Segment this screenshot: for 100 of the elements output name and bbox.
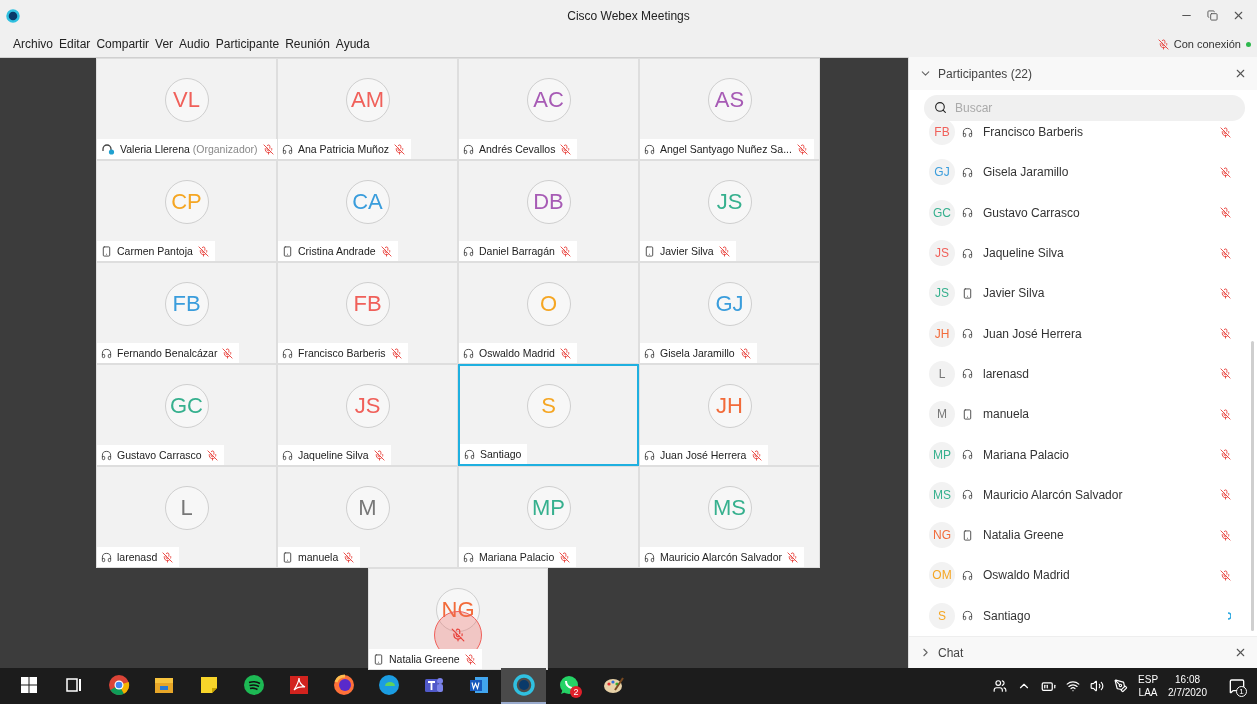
- participant-row[interactable]: NG Natalia Greene: [909, 514, 1257, 556]
- panel-title: Participantes (22): [938, 66, 1033, 81]
- participant-row[interactable]: GC Gustavo Carrasco: [909, 192, 1257, 233]
- participant-name: manuela: [298, 551, 339, 563]
- scrollbar-thumb[interactable]: [1251, 341, 1254, 631]
- phone-icon: [373, 653, 384, 665]
- participant-row[interactable]: L larenasd: [909, 353, 1257, 395]
- music-icon: [242, 674, 265, 696]
- wifi-icon[interactable]: [1066, 679, 1081, 693]
- menu-item[interactable]: Compartir: [93, 37, 153, 51]
- participant-name: Daniel Barragán: [479, 245, 555, 257]
- headset-icon: [962, 247, 973, 259]
- video-tile[interactable]: AS Angel Santyago Nuñez Sa...: [639, 58, 820, 160]
- video-tile[interactable]: FB Fernando Benalcázar: [96, 262, 277, 364]
- menu-item[interactable]: Ver: [152, 37, 177, 51]
- participant-name: Cristina Andrade: [298, 245, 376, 257]
- participant-row[interactable]: FB Francisco Barberis: [909, 121, 1257, 153]
- clock-time[interactable]: 16:08: [1175, 673, 1201, 686]
- video-tile[interactable]: MS Mauricio Alarcón Salvador: [639, 466, 820, 568]
- phone-icon: [962, 408, 973, 420]
- participant-row[interactable]: JS Jaqueline Silva: [909, 232, 1257, 274]
- video-tile[interactable]: FB Francisco Barberis: [277, 262, 458, 364]
- menu-item[interactable]: Archivo: [10, 37, 56, 51]
- avatar: GC: [929, 199, 955, 226]
- avatar: L: [164, 486, 209, 530]
- phone-icon: [282, 245, 293, 257]
- pen-icon[interactable]: [1114, 679, 1129, 693]
- video-tile[interactable]: JS Jaqueline Silva: [277, 364, 458, 466]
- phone-icon: [644, 245, 655, 257]
- menu-item[interactable]: Reunión: [282, 37, 333, 51]
- close-button[interactable]: [1234, 646, 1247, 659]
- search-field[interactable]: Buscar: [924, 95, 1245, 121]
- video-tile[interactable]: JS Javier Silva: [639, 160, 820, 262]
- word-icon: [467, 674, 490, 696]
- video-tile[interactable]: JH Juan José Herrera: [639, 364, 820, 466]
- avatar: MS: [929, 481, 955, 508]
- participant-name: Gisela Jaramillo: [983, 165, 1070, 180]
- video-tile[interactable]: DB Daniel Barragán: [458, 160, 639, 262]
- participant-name: Gisela Jaramillo: [660, 347, 735, 359]
- headset-icon: [644, 551, 655, 563]
- phone-icon: [101, 245, 112, 257]
- participant-row[interactable]: JH Juan José Herrera: [909, 313, 1257, 354]
- menu-item[interactable]: Audio: [176, 37, 213, 51]
- video-tile[interactable]: VL Valeria Llerena (Organizador): [96, 58, 277, 160]
- avatar: AS: [707, 78, 752, 122]
- notification-count: 1: [1236, 686, 1247, 697]
- video-tile[interactable]: S Santiago: [458, 364, 639, 466]
- headset-icon: [962, 328, 973, 340]
- avatar: CA: [345, 180, 390, 224]
- window-title: Cisco Webex Meetings: [566, 8, 691, 23]
- video-tile[interactable]: MP Mariana Palacio: [458, 466, 639, 568]
- avatar: MP: [526, 486, 571, 530]
- participant-row[interactable]: MP Mariana Palacio: [909, 434, 1257, 475]
- menu-item[interactable]: Ayuda: [332, 37, 373, 51]
- participant-row[interactable]: S Santiago: [909, 595, 1257, 636]
- participant-row[interactable]: M manuela: [909, 394, 1257, 435]
- video-tile[interactable]: GC Gustavo Carrasco: [96, 364, 277, 466]
- menu-item[interactable]: Participante: [212, 37, 283, 51]
- avatar: GJ: [929, 159, 955, 186]
- menu-item[interactable]: Editar: [56, 37, 94, 51]
- headset-icon: [962, 610, 973, 622]
- participant-row[interactable]: GJ Gisela Jaramillo: [909, 152, 1257, 193]
- participant-name: Jaqueline Silva: [983, 246, 1065, 261]
- avatar: CP: [164, 180, 209, 224]
- action-center-button[interactable]: 1: [1217, 668, 1257, 704]
- video-tile[interactable]: CP Carmen Pantoja: [96, 160, 277, 262]
- avatar: JH: [929, 320, 955, 347]
- video-tile[interactable]: CA Cristina Andrade: [277, 160, 458, 262]
- phone-icon: [962, 287, 973, 299]
- clock-date[interactable]: 2/7/2020: [1168, 686, 1207, 699]
- notification-badge: 2: [570, 686, 582, 698]
- headset-icon: [463, 347, 474, 359]
- chrome-icon: [107, 674, 130, 696]
- participant-row[interactable]: OM Oswaldo Madrid: [909, 555, 1257, 596]
- headset-icon: [962, 126, 973, 138]
- participant-name: Jaqueline Silva: [298, 449, 369, 461]
- taskbar-app-button[interactable]: 2: [546, 668, 591, 704]
- language-indicator[interactable]: ESP: [1138, 673, 1159, 686]
- avatar: M: [929, 401, 955, 428]
- video-tile[interactable]: O Oswaldo Madrid: [458, 262, 639, 364]
- headset-icon: [101, 551, 112, 563]
- people-icon[interactable]: [993, 679, 1008, 693]
- video-tile[interactable]: AC Andrés Cevallos: [458, 58, 639, 160]
- chat-header[interactable]: Chat: [909, 636, 1257, 668]
- avatar: OM: [929, 562, 955, 589]
- volume-icon[interactable]: [1090, 679, 1105, 693]
- video-tile[interactable]: L larenasd: [96, 466, 277, 568]
- participant-name: Mariana Palacio: [479, 551, 555, 563]
- headset-icon: [644, 449, 655, 461]
- video-tile[interactable]: GJ Gisela Jaramillo: [639, 262, 820, 364]
- video-tile[interactable]: M manuela: [277, 466, 458, 568]
- chat-title: Chat: [938, 645, 964, 660]
- avatar: JS: [345, 384, 390, 428]
- video-tile[interactable]: AM Ana Patricia Muñoz: [277, 58, 458, 160]
- participant-row[interactable]: MS Mauricio Alarcón Salvador: [909, 474, 1257, 515]
- language-indicator[interactable]: LAA: [1138, 686, 1158, 699]
- close-button[interactable]: [1234, 67, 1247, 80]
- participant-row[interactable]: JS Javier Silva: [909, 273, 1257, 314]
- participant-name: Juan José Herrera: [660, 449, 747, 461]
- avatar: M: [345, 486, 390, 530]
